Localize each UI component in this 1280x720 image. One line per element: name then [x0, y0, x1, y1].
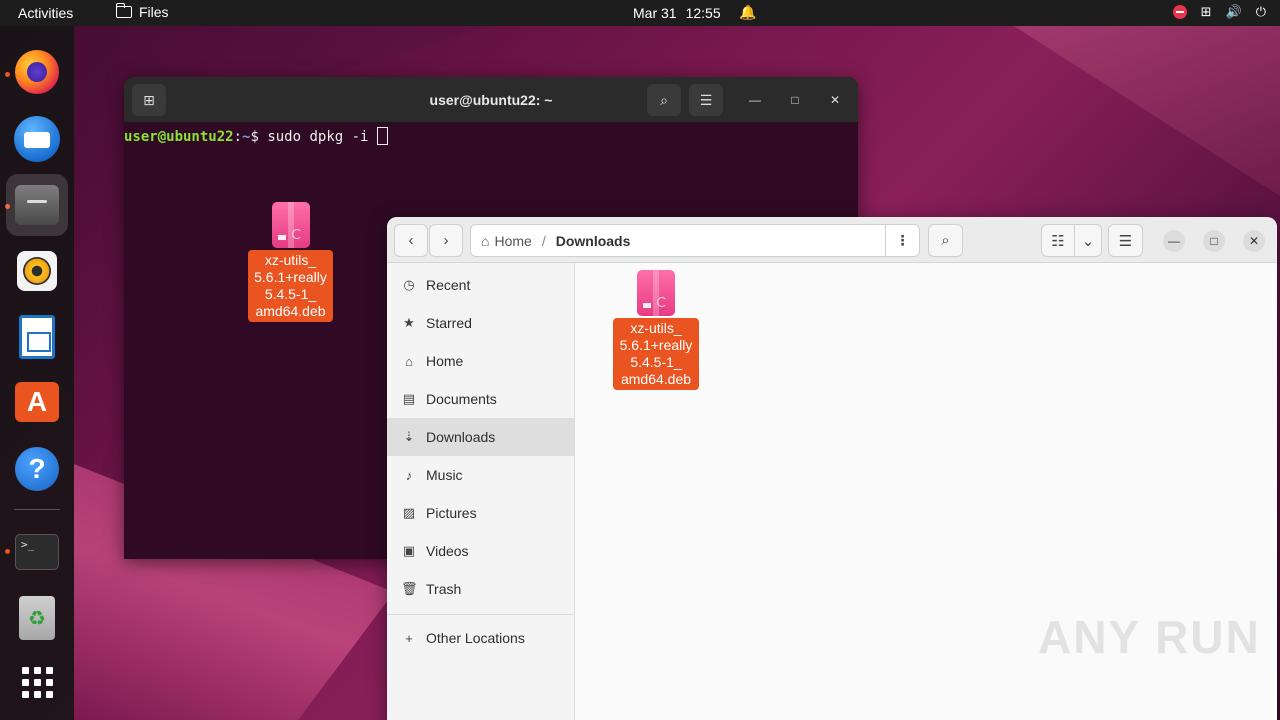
activities-button[interactable]: Activities: [18, 5, 73, 21]
home-icon: ⌂: [481, 232, 490, 249]
hamburger-menu-icon[interactable]: ☰: [1108, 224, 1143, 257]
wallpaper-shard: [1014, 26, 1280, 196]
sidebar-item-trash[interactable]: 🗑 Trash: [387, 570, 574, 608]
prompt-user: user@ubuntu22: [124, 129, 234, 145]
maximize-icon[interactable]: □: [1203, 230, 1225, 252]
path-home-button[interactable]: ⌂ Home: [471, 233, 532, 249]
prompt-separator: :: [233, 129, 243, 145]
sidebar-item-videos[interactable]: ▣ Videos: [387, 532, 574, 570]
search-icon[interactable]: ⌕: [928, 224, 963, 257]
running-indicator: [5, 72, 10, 77]
rhythmbox-icon[interactable]: [13, 247, 61, 295]
desktop-file-deb[interactable]: xz-utils_ 5.6.1+really 5.4.5-1_ amd64.de…: [248, 202, 333, 322]
download-icon: ⇣: [403, 429, 415, 444]
dock: A ? >_ ♻: [0, 26, 74, 720]
text-cursor: [376, 127, 388, 145]
file-item-deb[interactable]: xz-utils_ 5.6.1+really 5.4.5-1_ amd64.de…: [613, 270, 699, 390]
app-center-icon[interactable]: A: [13, 378, 61, 426]
trash-icon: 🗑: [401, 581, 418, 596]
running-indicator: [5, 549, 10, 554]
minimize-icon[interactable]: —: [744, 89, 766, 111]
folder-icon: [115, 3, 132, 18]
sidebar-item-recent[interactable]: ◷ Recent: [387, 266, 574, 304]
terminal-output[interactable]: user@ubuntu22:~$ sudo dpkg -i: [124, 123, 858, 149]
sidebar-separator: [387, 614, 574, 615]
plus-icon: +: [405, 630, 413, 646]
clock-icon: ◷: [403, 277, 415, 292]
maximize-icon[interactable]: □: [784, 89, 806, 111]
app-menu-label: Files: [139, 4, 169, 20]
deb-package-icon: [637, 270, 675, 316]
files-icon[interactable]: [6, 174, 68, 236]
trash-icon[interactable]: ♻: [13, 594, 61, 642]
path-current[interactable]: Downloads: [556, 233, 631, 249]
path-separator: /: [541, 232, 546, 249]
prompt-symbol: $: [250, 129, 268, 145]
sidebar-item-starred[interactable]: ★ Starred: [387, 304, 574, 342]
sidebar-item-downloads[interactable]: ⇣ Downloads: [387, 418, 574, 456]
sidebar-item-other-locations[interactable]: + Other Locations: [387, 619, 574, 657]
deb-package-icon: [271, 202, 310, 248]
file-label: xz-utils_ 5.6.1+really 5.4.5-1_ amd64.de…: [613, 318, 699, 390]
terminal-headerbar[interactable]: ⊞ user@ubuntu22: ~ ⌕ ☰ — □ ✕: [124, 77, 858, 123]
music-icon: ♪: [405, 467, 413, 483]
notification-bell-icon[interactable]: 🔔: [739, 4, 756, 21]
video-icon: ▣: [402, 543, 416, 558]
command-text: sudo dpkg -i: [267, 129, 377, 145]
thunderbird-icon[interactable]: [13, 115, 61, 163]
dock-separator: [14, 509, 60, 510]
sidebar-item-pictures[interactable]: ▨ Pictures: [387, 494, 574, 532]
system-tray[interactable]: ⊞ 🔊 ⏻: [1172, 4, 1266, 20]
back-button[interactable]: ‹: [394, 224, 428, 257]
document-icon: ▤: [402, 391, 416, 406]
volume-icon[interactable]: 🔊: [1226, 4, 1242, 20]
top-bar: Activities Files Mar 31 12:55 🔔 ⊞ 🔊 ⏻: [0, 0, 1280, 26]
path-bar[interactable]: ⌂ Home / Downloads ⋮: [470, 224, 920, 257]
terminal-icon[interactable]: >_: [13, 528, 61, 576]
do-not-disturb-icon[interactable]: [1172, 5, 1187, 19]
app-menu-files[interactable]: Files: [115, 3, 169, 20]
sidebar-item-music[interactable]: ♪ Music: [387, 456, 574, 494]
firefox-icon[interactable]: [13, 48, 61, 96]
search-icon[interactable]: ⌕: [647, 84, 681, 116]
show-apps-icon[interactable]: [13, 658, 61, 706]
network-icon[interactable]: ⊞: [1201, 4, 1212, 20]
path-menu-icon[interactable]: ⋮: [885, 225, 919, 256]
clock-date: Mar 31: [633, 5, 677, 21]
help-icon[interactable]: ?: [13, 445, 61, 493]
list-view-icon[interactable]: ☷: [1041, 224, 1075, 257]
hamburger-menu-icon[interactable]: ☰: [689, 84, 723, 116]
sidebar-item-home[interactable]: ⌂ Home: [387, 342, 574, 380]
close-icon[interactable]: ✕: [824, 89, 846, 111]
view-options-chevron-icon[interactable]: ⌄: [1074, 224, 1102, 257]
libreoffice-writer-icon[interactable]: [13, 313, 61, 361]
picture-icon: ▨: [402, 505, 416, 520]
close-icon[interactable]: ✕: [1243, 230, 1265, 252]
power-icon[interactable]: ⏻: [1256, 4, 1266, 20]
clock-time: 12:55: [685, 5, 721, 21]
clock[interactable]: Mar 31 12:55: [633, 5, 721, 21]
home-icon: ⌂: [405, 353, 413, 369]
star-icon: ★: [403, 315, 415, 330]
file-label: xz-utils_ 5.6.1+really 5.4.5-1_ amd64.de…: [248, 250, 333, 322]
forward-button[interactable]: ›: [429, 224, 463, 257]
minimize-icon[interactable]: —: [1163, 230, 1185, 252]
files-headerbar[interactable]: ‹ › ⌂ Home / Downloads ⋮ ⌕ ☷ ⌄ ☰ — □ ✕: [387, 217, 1277, 263]
sidebar-item-documents[interactable]: ▤ Documents: [387, 380, 574, 418]
places-sidebar: ◷ Recent ★ Starred ⌂ Home ▤ Documents ⇣ Downl…: [387, 263, 575, 720]
watermark-logo: ANY RUN: [1038, 611, 1261, 663]
